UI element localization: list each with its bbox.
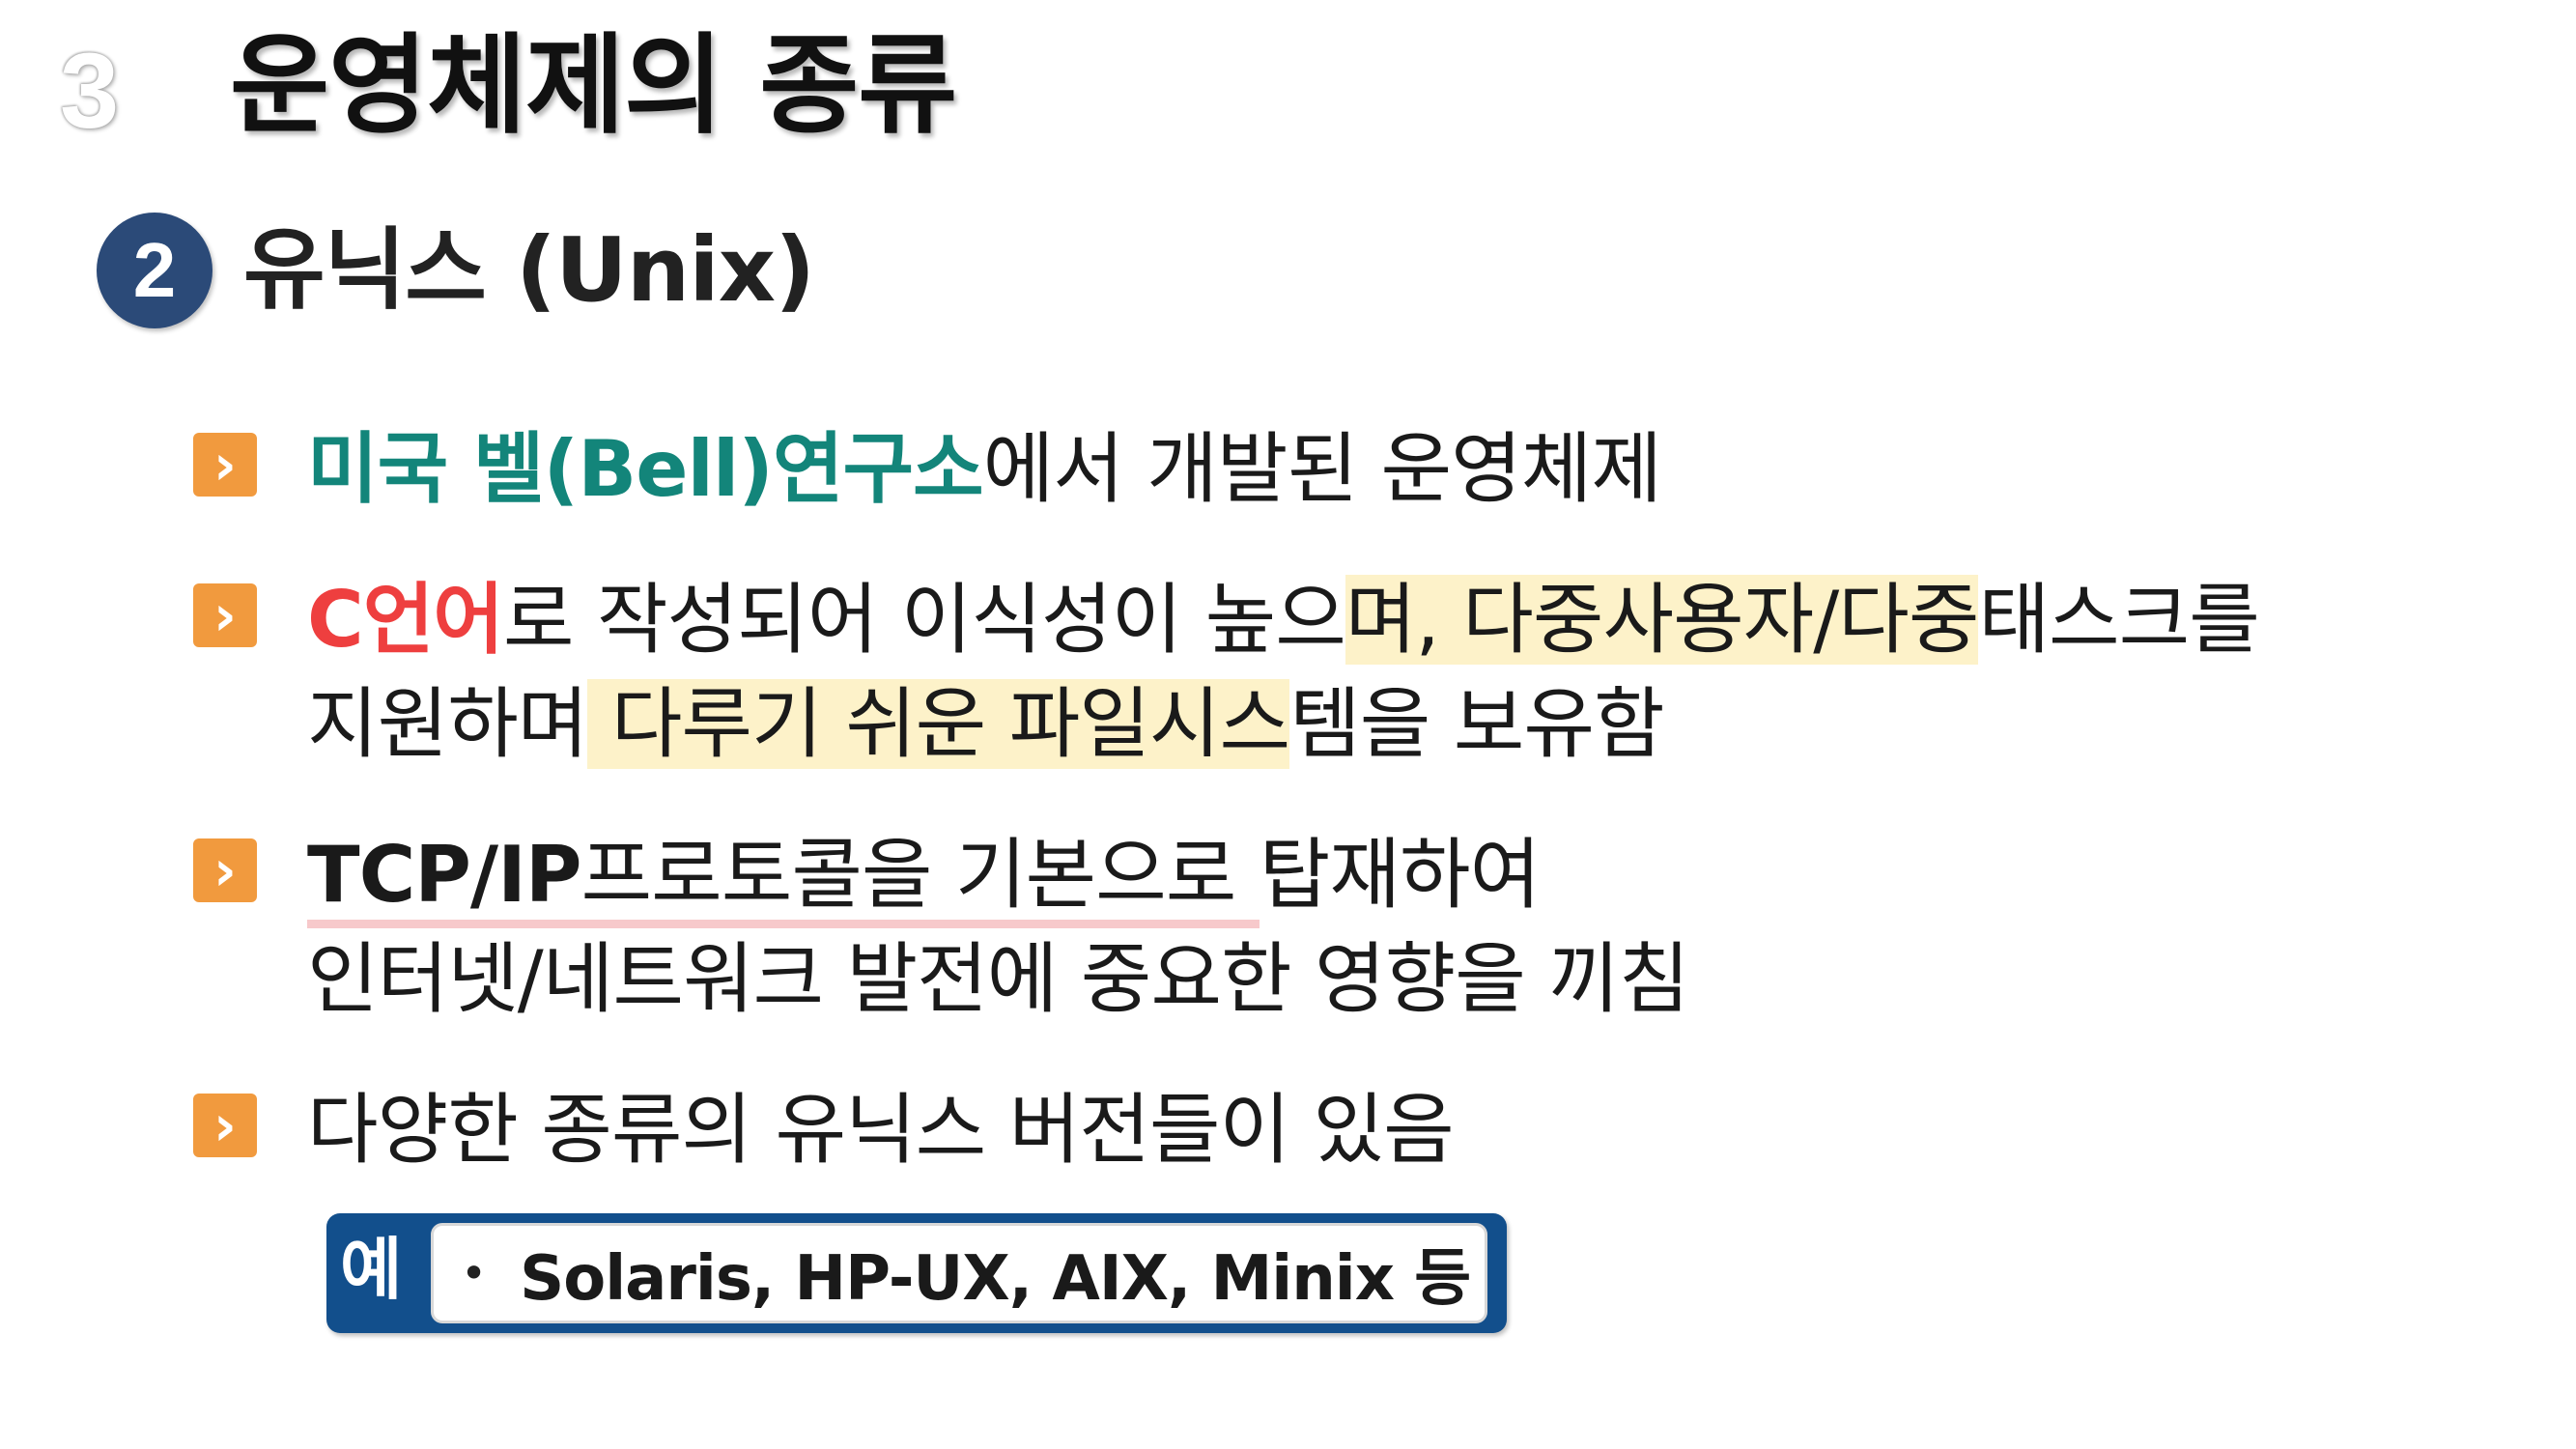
highlighted-text: 며, 다중사용자/다중 [1345, 575, 1979, 665]
bullet-text: 다양한 종류의 유닉스 버전들이 있음 [307, 1085, 1455, 1175]
slide-title: 운영체제의 종류 [230, 23, 957, 149]
section-number-badge: 2 [97, 213, 212, 328]
bullet-line: 인터넷/네트워크 발전에 중요한 영향을 끼침 [307, 934, 1689, 1024]
chevron-right-icon: › [193, 838, 257, 902]
bullet-text-segment: 태스크를 [1978, 575, 2259, 665]
section-number: 2 [132, 227, 177, 313]
bullet-text: 미국 벨(Bell)연구소에서 개발된 운영체제 [307, 417, 1662, 522]
bullet-text-segment: 로 작성되어 이식성이 높으 [502, 575, 1346, 665]
emphasis-text: TCP/IP [307, 830, 582, 920]
chevron-right-icon: › [193, 1094, 257, 1157]
chevron-right-icon: › [193, 433, 257, 497]
bullet-text-segment: 프로토콜을 기본으로 [580, 830, 1260, 920]
emphasis-text: 미국 벨(Bell)연구소 [307, 424, 984, 514]
example-text: Solaris, HP-UX, AIX, Minix 등 [520, 1243, 1471, 1315]
chevron-right-icon: › [193, 583, 257, 647]
slide-number: 3 [60, 32, 120, 151]
bullet-line: TCP/IP프로토콜을 기본으로 탑재하여 [307, 823, 1688, 928]
bullet-item: › C언어로 작성되어 이식성이 높으며, 다중사용자/다중태스크를 지원하며 … [193, 568, 2260, 777]
bullet-text-segment: 지원하며 [307, 679, 588, 769]
bullet-text-segment: 탑재하여 [1259, 830, 1541, 920]
bullet-text-segment: 템을 보유함 [1289, 679, 1664, 769]
bullet-item: › TCP/IP프로토콜을 기본으로 탑재하여 인터넷/네트워크 발전에 중요한… [193, 823, 1689, 1032]
example-label: 예 [340, 1230, 403, 1309]
example-content: • Solaris, HP-UX, AIX, Minix 등 [431, 1223, 1487, 1323]
bullet-item: › 미국 벨(Bell)연구소에서 개발된 운영체제 [193, 417, 1662, 522]
bullet-text-rest: 에서 개발된 운영체제 [982, 424, 1662, 514]
emphasis-text: C언어 [307, 575, 504, 665]
bullet-line: 지원하며 다루기 쉬운 파일시스템을 보유함 [307, 672, 2259, 777]
example-box: 예 • Solaris, HP-UX, AIX, Minix 등 [326, 1213, 1507, 1333]
section-title: 유닉스 (Unix) [243, 218, 815, 322]
bullet-text: C언어로 작성되어 이식성이 높으며, 다중사용자/다중태스크를 지원하며 다루… [307, 568, 2260, 777]
bullet-line: C언어로 작성되어 이식성이 높으며, 다중사용자/다중태스크를 [307, 568, 2260, 672]
underlined-text: TCP/IP프로토콜을 기본으로 [307, 830, 1260, 928]
bullet-dot: • [461, 1247, 488, 1299]
bullet-text: TCP/IP프로토콜을 기본으로 탑재하여 인터넷/네트워크 발전에 중요한 영… [307, 823, 1689, 1032]
highlighted-text: 다루기 쉬운 파일시스 [587, 679, 1290, 769]
bullet-item: › 다양한 종류의 유닉스 버전들이 있음 [193, 1078, 1455, 1182]
